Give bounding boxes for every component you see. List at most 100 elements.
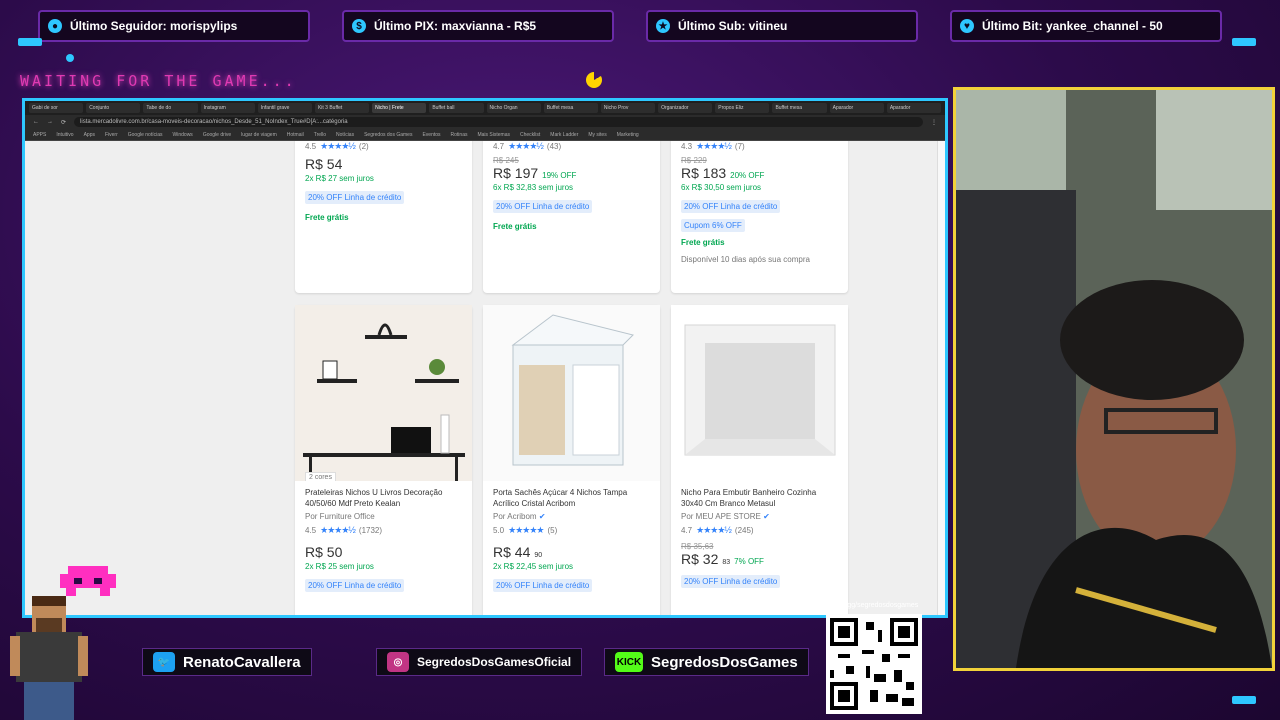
bookmark-item[interactable]: Google notícias: [128, 129, 163, 140]
price: R$ 50: [305, 544, 462, 560]
pacman-icon: [586, 72, 602, 88]
product-card[interactable]: 4.7 ★★★★½ (43) R$ 245 R$ 197 19% OFF 6x R$ …: [483, 141, 660, 293]
review-count: (5): [547, 526, 558, 535]
free-shipping: Frete grátis: [681, 238, 725, 247]
bookmark-item[interactable]: Hotmail: [287, 129, 304, 140]
browser-tab[interactable]: Conjunto: [86, 103, 141, 113]
alert-last-bit: ♥ Último Bit: yankee_channel - 50: [950, 10, 1222, 42]
reload-icon[interactable]: ⟳: [61, 119, 66, 126]
address-bar[interactable]: ← → ⟳ lista.mercadolivre.com.br/casa-mov…: [25, 115, 945, 129]
product-title[interactable]: Porta Sachês Açúcar 4 Nichos Tampa Acríl…: [493, 487, 650, 509]
browser-tab[interactable]: Infantil grave: [257, 103, 312, 113]
price-value: R$ 44: [493, 544, 531, 560]
browser-tab[interactable]: Instagram: [200, 103, 255, 113]
product-card[interactable]: 4.3 ★★★★½ (7) R$ 229 R$ 183 20% OFF 6x R$ 3…: [671, 141, 848, 293]
forward-icon[interactable]: →: [47, 119, 53, 125]
price-value: R$ 54: [305, 156, 343, 172]
bookmark-item[interactable]: Fiverr: [105, 129, 118, 140]
social-instagram[interactable]: ◎ SegredosDosGamesOficial: [376, 648, 583, 676]
bookmark-item[interactable]: Rotinas: [451, 129, 468, 140]
stars-icon: ★★★★½: [696, 141, 732, 151]
browser-tab[interactable]: Propos Eliz: [715, 103, 770, 113]
product-card[interactable]: 4.5 ★★★★½ (2) R$ 54 2x R$ 27 sem juros 20%…: [295, 141, 472, 293]
bookmark-item[interactable]: lugar de viagem: [241, 129, 277, 140]
bookmark-item[interactable]: Eventos: [422, 129, 440, 140]
webcam-frame: [953, 87, 1275, 671]
price-value: R$ 183: [681, 165, 727, 181]
coupon-badge[interactable]: Cupom 6% OFF: [681, 219, 745, 232]
browser-tab[interactable]: Tabe de do: [143, 103, 198, 113]
bookmark-item[interactable]: Mais Sistemas: [477, 129, 510, 140]
pixel-avatar: [6, 596, 88, 720]
product-card[interactable]: 2 cores Prateleiras Nichos U Livros Deco…: [295, 305, 472, 615]
product-title[interactable]: Prateleiras Nichos U Livros Decoração 40…: [305, 487, 462, 509]
seller[interactable]: Por Acribom ✔: [493, 512, 650, 521]
credit-badge: 20% OFF Linha de crédito: [305, 579, 405, 592]
browser-tab[interactable]: Nicho Organ: [486, 103, 541, 113]
bookmark-item[interactable]: Apps: [84, 129, 95, 140]
price-value: R$ 197: [493, 165, 539, 181]
price: R$ 32 83 7% OFF: [681, 551, 838, 567]
back-icon[interactable]: ←: [33, 119, 39, 125]
seller[interactable]: Por Furniture Office: [305, 512, 462, 521]
bookmark-item[interactable]: Windows: [173, 129, 193, 140]
rating-value: 4.3: [681, 142, 693, 151]
installments: 6x R$ 30,50 sem juros: [681, 183, 762, 192]
browser-tab[interactable]: Kit 3 Buffet: [314, 103, 370, 113]
bookmark-item[interactable]: Intuitivo: [56, 129, 73, 140]
stars-icon: ★★★★½: [696, 525, 732, 535]
rating-row: 4.5 ★★★★½ (2): [305, 141, 462, 152]
page-content: 4.5 ★★★★½ (2) R$ 54 2x R$ 27 sem juros 20%…: [25, 141, 937, 615]
extensions-icon[interactable]: ⋮: [931, 119, 937, 126]
product-card[interactable]: Nicho Para Embutir Banheiro Cozinha 30x4…: [671, 305, 848, 615]
stars-icon: ★★★★★: [508, 525, 544, 535]
stars-icon: ★★★★½: [508, 141, 544, 151]
product-image[interactable]: [671, 305, 848, 481]
discount: 20% OFF: [730, 171, 765, 180]
qr-code[interactable]: [826, 614, 922, 714]
price: R$ 44 90: [493, 544, 650, 560]
alert-text: Último Bit: yankee_channel - 50: [982, 19, 1163, 33]
product-image[interactable]: [483, 305, 660, 481]
browser-tab[interactable]: Aparador: [886, 103, 941, 113]
free-shipping: Frete grátis: [493, 222, 537, 231]
social-kick[interactable]: KICK SegredosDosGames: [604, 648, 809, 676]
review-count: (43): [546, 142, 562, 151]
product-image[interactable]: 2 cores: [295, 305, 472, 481]
browser-tab[interactable]: Aparador: [829, 103, 884, 113]
installments: 2x R$ 27 sem juros: [305, 174, 374, 183]
seller[interactable]: Por MEU APE STORE ✔: [681, 512, 838, 521]
browser-tab[interactable]: Gabi de sor: [29, 103, 84, 113]
streamer-webcam: [956, 90, 1272, 668]
verified-icon: ✔: [538, 512, 546, 521]
bookmark-item[interactable]: Segredos dos Games: [364, 129, 412, 140]
installments: 2x R$ 25 sem juros: [305, 562, 374, 571]
rating-row: 4.3 ★★★★½ (7): [681, 141, 838, 152]
alert-last-follower: ● Último Seguidor: morispylips: [38, 10, 310, 42]
bookmark-item[interactable]: Checklist: [520, 129, 540, 140]
product-card[interactable]: Porta Sachês Açúcar 4 Nichos Tampa Acríl…: [483, 305, 660, 615]
bookmark-item[interactable]: Mark Ladder: [550, 129, 578, 140]
url-field[interactable]: lista.mercadolivre.com.br/casa-moveis-de…: [74, 117, 923, 127]
browser-tab[interactable]: Nicho | Frete: [372, 103, 427, 113]
alert-last-pix: $ Último PIX: maxvianna - R$5: [342, 10, 614, 42]
bookmark-item[interactable]: My sites: [588, 129, 606, 140]
browser-tab[interactable]: Buffet mesa: [543, 103, 598, 113]
bookmark-item[interactable]: Marketing: [617, 129, 639, 140]
social-twitter[interactable]: 🐦 RenatoCavallera: [142, 648, 312, 676]
product-title[interactable]: Nicho Para Embutir Banheiro Cozinha 30x4…: [681, 487, 838, 509]
bookmark-item[interactable]: APPS: [33, 129, 46, 140]
browser-tab[interactable]: Organizador: [658, 103, 713, 113]
scrollbar[interactable]: [937, 141, 945, 615]
social-handle: SegredosDosGames: [651, 653, 798, 671]
bookmark-item[interactable]: Notícias: [336, 129, 354, 140]
browser-capture: Gabi de sor Conjunto Tabe de do Instagram In…: [22, 98, 948, 618]
bookmark-item[interactable]: Trello: [314, 129, 326, 140]
alert-text: Último PIX: maxvianna - R$5: [374, 19, 537, 33]
browser-tab[interactable]: Buffet mesa: [772, 103, 827, 113]
browser-tab[interactable]: Nicho Prov: [600, 103, 656, 113]
installments: 2x R$ 22,45 sem juros: [493, 562, 574, 571]
instagram-icon: ◎: [387, 652, 409, 672]
bookmark-item[interactable]: Google drive: [203, 129, 231, 140]
browser-tab[interactable]: Buffet ball: [429, 103, 484, 113]
